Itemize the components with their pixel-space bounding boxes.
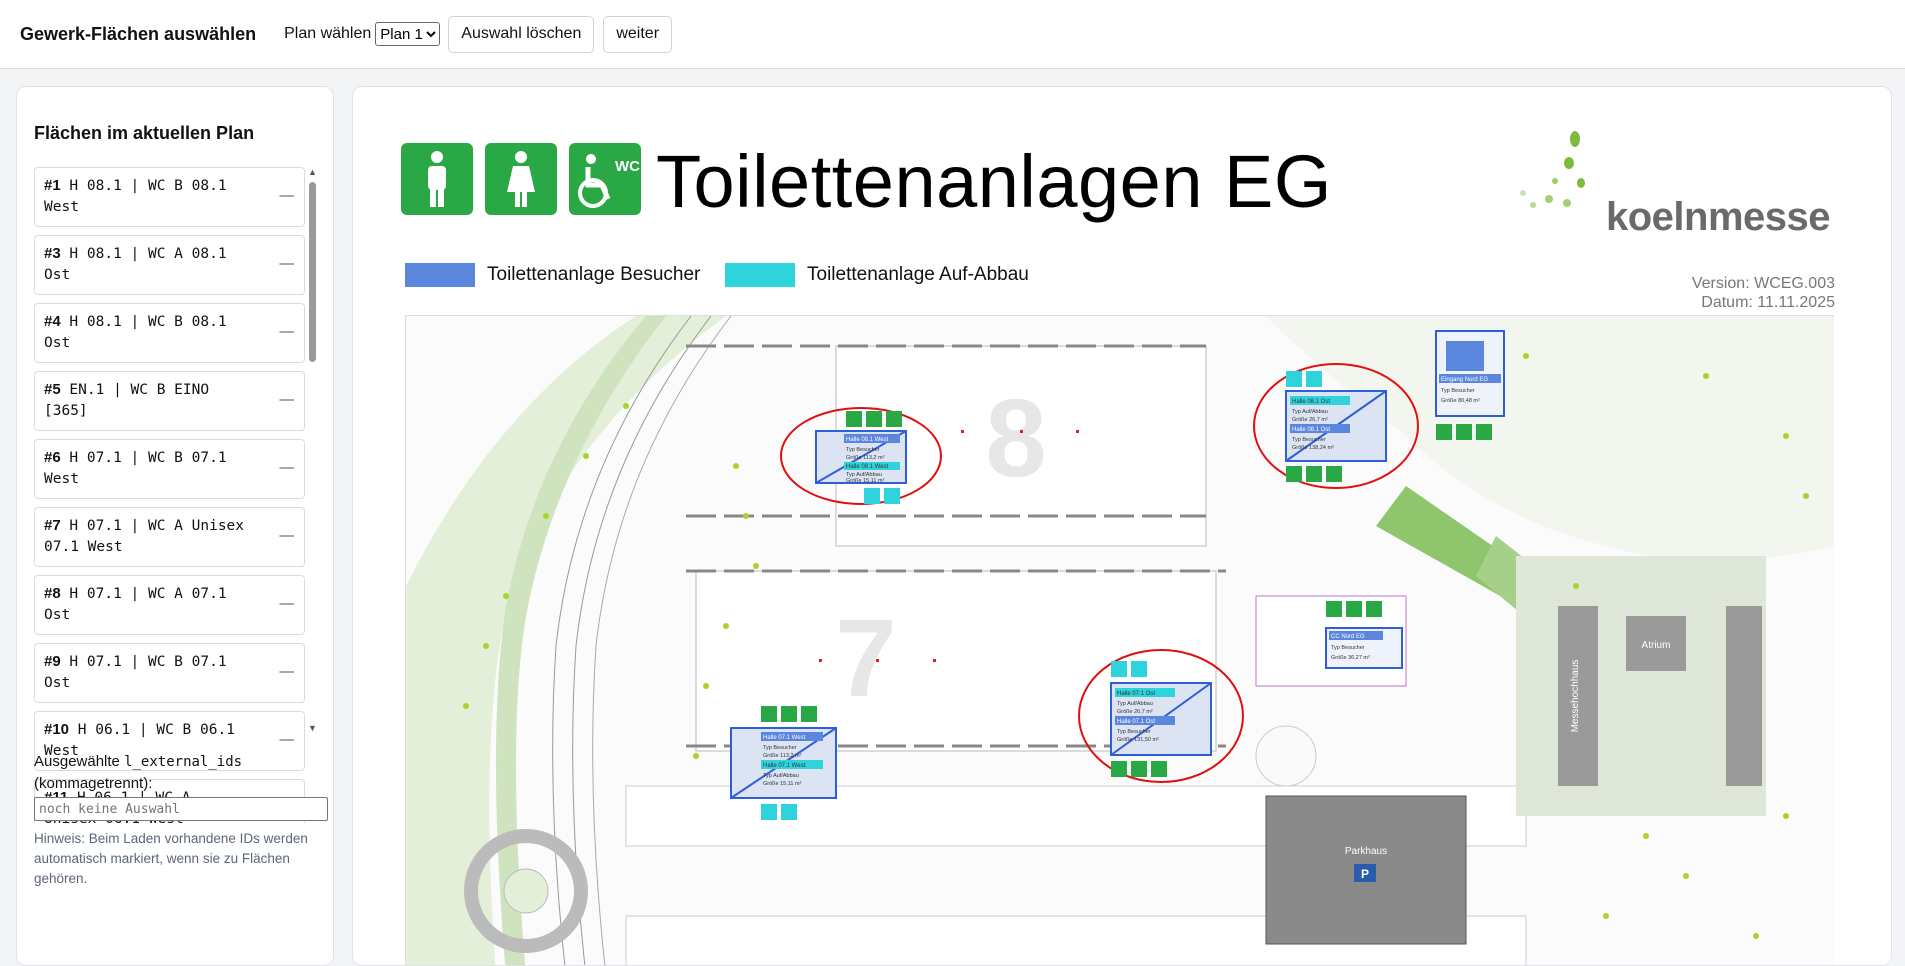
clear-selection-button[interactable]: Auswahl löschen bbox=[448, 15, 595, 53]
next-button[interactable]: weiter bbox=[603, 15, 673, 53]
svg-text:CC Nord EG: CC Nord EG bbox=[1331, 634, 1365, 640]
remove-icon[interactable]: — bbox=[280, 730, 295, 751]
parkhaus-label: Parkhaus bbox=[1345, 846, 1387, 857]
male-toilet-icon bbox=[401, 143, 473, 215]
selected-ids-input[interactable] bbox=[34, 797, 328, 821]
svg-text:Größe 113,2 m²: Größe 113,2 m² bbox=[763, 753, 802, 759]
remove-icon[interactable]: — bbox=[280, 458, 295, 479]
hint-text: Hinweis: Beim Laden vorhandene IDs werde… bbox=[34, 831, 308, 886]
brand-name: koelnmesse bbox=[1606, 195, 1831, 239]
list-item-label: #7 H 07.1 | WC A Unisex 07.1 West bbox=[44, 517, 245, 555]
list-item[interactable]: #9 H 07.1 | WC B 07.1 Ost — bbox=[34, 643, 305, 703]
version-info: Version: WCEG.003 Datum: 11.11.2025 bbox=[1691, 275, 1835, 311]
legend-visitors: Toilettenanlage Besucher bbox=[405, 263, 700, 287]
svg-text:Eingang Nord EG: Eingang Nord EG bbox=[1441, 377, 1488, 383]
legend-swatch-setup bbox=[725, 263, 795, 287]
plan-title: Toilettenanlagen EG bbox=[656, 140, 1332, 223]
plan-select-label: Plan wählen bbox=[284, 25, 372, 42]
svg-text:Größe 36,27 m²: Größe 36,27 m² bbox=[1331, 655, 1370, 661]
svg-text:Größe 15,11 m²: Größe 15,11 m² bbox=[846, 478, 885, 484]
svg-text:Größe 131,50 m²: Größe 131,50 m² bbox=[1117, 737, 1159, 743]
svg-text:Halle 08.1 West: Halle 08.1 West bbox=[846, 464, 889, 470]
floor-plan-map[interactable]: 8 7 Atrium Messehochhaus Parkhaus P Hall… bbox=[405, 315, 1834, 965]
page-title: Gewerk-Flächen auswählen bbox=[20, 23, 257, 44]
atrium-label: Atrium bbox=[1642, 640, 1671, 651]
koelnmesse-logo-icon bbox=[1520, 131, 1585, 208]
hall-8-label: 8 bbox=[985, 377, 1046, 500]
svg-text:Typ Auf/Abbau: Typ Auf/Abbau bbox=[1292, 409, 1328, 415]
svg-text:Typ Besucher: Typ Besucher bbox=[763, 745, 797, 751]
svg-text:WC: WC bbox=[615, 158, 640, 175]
svg-text:Größe 80,48 m²: Größe 80,48 m² bbox=[1441, 398, 1480, 404]
list-item[interactable]: #6 H 07.1 | WC B 07.1 West — bbox=[34, 439, 305, 499]
area-box-08-1-west[interactable]: Halle 08.1 West Typ Besucher Größe 113,2… bbox=[815, 430, 907, 484]
svg-text:Typ Besucher: Typ Besucher bbox=[1117, 729, 1151, 735]
svg-text:Halle 07.1 Ost: Halle 07.1 Ost bbox=[1117, 691, 1155, 697]
area-list: #1 H 08.1 | WC B 08.1 West — #3 H 08.1 | W… bbox=[34, 167, 305, 823]
area-box-cc-nord[interactable]: CC Nord EG Typ Besucher Größe 36,27 m² bbox=[1325, 627, 1403, 669]
sidebar-heading: Flächen im aktuellen Plan bbox=[34, 123, 255, 143]
svg-text:Halle 08.1 Ost: Halle 08.1 Ost bbox=[1292, 399, 1330, 405]
remove-icon[interactable]: — bbox=[280, 662, 295, 683]
list-item-label: #3 H 08.1 | WC A 08.1 Ost bbox=[44, 245, 227, 283]
list-item-label: #4 H 08.1 | WC B 08.1 Ost bbox=[44, 313, 227, 351]
list-item-label: #5 EN.1 | WC B EINO [365] bbox=[44, 381, 210, 419]
remove-icon[interactable]: — bbox=[280, 186, 295, 207]
svg-text:Größe 26,7 m²: Größe 26,7 m² bbox=[1292, 417, 1328, 423]
area-box-07-1-west[interactable]: Halle 07.1 West Typ Besucher Größe 113,2… bbox=[730, 727, 837, 799]
sidebar-panel: Flächen im aktuellen Plan #1 H 08.1 | WC… bbox=[16, 86, 334, 966]
remove-icon[interactable]: — bbox=[280, 526, 295, 547]
remove-icon[interactable]: — bbox=[280, 390, 295, 411]
svg-text:Halle 07.1 West: Halle 07.1 West bbox=[763, 763, 806, 769]
list-item[interactable]: #4 H 08.1 | WC B 08.1 Ost — bbox=[34, 303, 305, 363]
svg-text:Größe 138,24 m²: Größe 138,24 m² bbox=[1292, 445, 1334, 451]
plan-select[interactable]: Plan 1 bbox=[375, 22, 441, 46]
scroll-down-arrow-icon[interactable]: ▼ bbox=[308, 723, 317, 733]
svg-text:Typ Besucher: Typ Besucher bbox=[846, 447, 880, 453]
svg-text:Typ Auf/Abbau: Typ Auf/Abbau bbox=[1117, 701, 1153, 707]
legend-swatch-visitors bbox=[405, 263, 475, 287]
svg-text:Halle 07.1 Ost: Halle 07.1 Ost bbox=[1117, 719, 1155, 725]
svg-text:Größe 26,7 m²: Größe 26,7 m² bbox=[1117, 709, 1153, 715]
list-item[interactable]: #8 H 07.1 | WC A 07.1 Ost — bbox=[34, 575, 305, 635]
remove-icon[interactable]: — bbox=[280, 254, 295, 275]
area-list-container[interactable]: #1 H 08.1 | WC B 08.1 West — #3 H 08.1 | W… bbox=[34, 167, 334, 823]
list-item-label: #6 H 07.1 | WC B 07.1 West bbox=[44, 449, 227, 487]
messehochhaus-label: Messehochhaus bbox=[1570, 660, 1581, 733]
list-item[interactable]: #1 H 08.1 | WC B 08.1 West — bbox=[34, 167, 305, 227]
list-item-label: #1 H 08.1 | WC B 08.1 West bbox=[44, 177, 227, 215]
remove-icon[interactable]: — bbox=[280, 594, 295, 615]
svg-text:Halle 07.1 West: Halle 07.1 West bbox=[763, 735, 806, 741]
svg-text:Typ Besucher: Typ Besucher bbox=[1441, 388, 1475, 394]
selected-ids-label: Ausgewählte l_external_ids (kommagetrenn… bbox=[34, 753, 243, 792]
svg-text:Typ Auf/Abbau: Typ Auf/Abbau bbox=[763, 773, 799, 779]
svg-text:Größe 15,11 m²: Größe 15,11 m² bbox=[763, 781, 802, 787]
accessible-toilet-icon: WC bbox=[569, 143, 641, 215]
list-item-label: #8 H 07.1 | WC A 07.1 Ost bbox=[44, 585, 227, 623]
svg-text:Größe 113,2 m²: Größe 113,2 m² bbox=[846, 455, 885, 461]
list-item[interactable]: #7 H 07.1 | WC A Unisex 07.1 West — bbox=[34, 507, 305, 567]
remove-icon[interactable]: — bbox=[280, 322, 295, 343]
svg-text:Typ Besucher: Typ Besucher bbox=[1292, 437, 1326, 443]
area-box-07-1-ost[interactable]: Halle 07.1 Ost Typ Auf/Abbau Größe 26,7 … bbox=[1110, 682, 1212, 756]
top-bar: Gewerk-Flächen auswählen Plan wählen Pla… bbox=[0, 0, 1905, 69]
area-box-eingang-nord[interactable]: Eingang Nord EG Typ Besucher Größe 80,48… bbox=[1435, 330, 1505, 417]
list-item[interactable]: #5 EN.1 | WC B EINO [365] — bbox=[34, 371, 305, 431]
area-box-08-1-ost[interactable]: Halle 08.1 Ost Typ Auf/Abbau Größe 26,7 … bbox=[1285, 390, 1387, 462]
scroll-up-arrow-icon[interactable]: ▲ bbox=[308, 167, 317, 177]
plan-viewer: WC Toilettenanlagen EG koelnmesse Toilet… bbox=[352, 86, 1892, 966]
legend-setup: Toilettenanlage Auf-Abbau bbox=[725, 263, 1029, 287]
scrollbar-thumb[interactable] bbox=[309, 182, 316, 362]
hall-7-label: 7 bbox=[835, 597, 896, 720]
svg-text:Halle 08.1 Ost: Halle 08.1 Ost bbox=[1292, 427, 1330, 433]
female-toilet-icon bbox=[485, 143, 557, 215]
svg-text:Halle 08.1 West: Halle 08.1 West bbox=[846, 437, 889, 443]
list-item[interactable]: #3 H 08.1 | WC A 08.1 Ost — bbox=[34, 235, 305, 295]
list-item-label: #9 H 07.1 | WC B 07.1 Ost bbox=[44, 653, 227, 691]
list-scrollbar[interactable]: ▲ ▼ bbox=[306, 167, 318, 733]
svg-text:Typ Besucher: Typ Besucher bbox=[1331, 645, 1365, 651]
svg-text:P: P bbox=[1361, 867, 1369, 881]
